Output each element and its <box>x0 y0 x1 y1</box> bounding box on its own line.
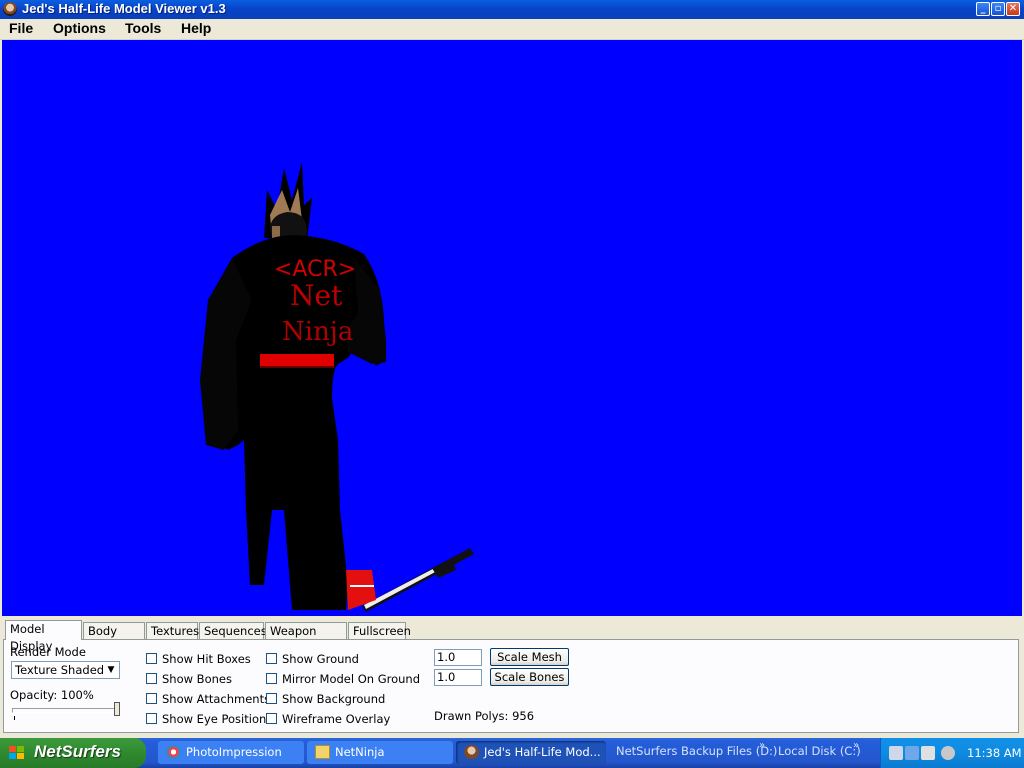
model-viewport[interactable]: <ACR> Net Ninja <box>2 40 1022 616</box>
minimize-button[interactable]: _ <box>976 2 990 16</box>
ninja-model: <ACR> Net Ninja <box>200 162 474 612</box>
window-title: Jed's Half-Life Model Viewer v1.3 <box>22 1 226 16</box>
model-text-net: Net <box>290 279 343 312</box>
clock[interactable]: 11:38 AM <box>967 746 1022 760</box>
slider-tick <box>14 716 15 720</box>
show-eye-position-label: Show Eye Position <box>162 712 267 726</box>
wireframe-overlay-label: Wireframe Overlay <box>282 712 391 726</box>
wireframe-overlay-checkbox[interactable] <box>266 713 277 724</box>
show-bones-checkbox[interactable] <box>146 673 157 684</box>
tab-textures[interactable]: Textures <box>146 622 199 639</box>
scale-mesh-input[interactable]: 1.0 <box>434 649 482 666</box>
opacity-slider-thumb[interactable] <box>114 702 120 716</box>
show-ground-checkbox[interactable] <box>266 653 277 664</box>
show-bones-label: Show Bones <box>162 672 232 686</box>
close-button[interactable]: ✕ <box>1006 2 1020 16</box>
app-icon <box>464 745 479 759</box>
chevron-right-icon[interactable]: » <box>853 740 859 751</box>
tab-weapon-origin[interactable]: Weapon Origin <box>265 622 347 655</box>
task-photoimpression[interactable]: PhotoImpression <box>158 741 304 764</box>
title-bar[interactable]: Jed's Half-Life Model Viewer v1.3 _ ▫ ✕ <box>0 0 1024 19</box>
opacity-slider-track[interactable] <box>12 708 120 713</box>
scale-bones-button[interactable]: Scale Bones <box>490 668 569 686</box>
app-icon[interactable] <box>3 2 17 16</box>
tab-fullscreen[interactable]: Fullscreen <box>348 622 411 639</box>
network-connections-icon[interactable] <box>905 746 919 760</box>
start-button[interactable]: NetSurfers <box>0 738 146 768</box>
display-icon[interactable] <box>921 746 935 760</box>
control-tabs: Model Display Body Parts Textures Sequen… <box>0 617 1024 736</box>
show-background-label: Show Background <box>282 692 386 706</box>
menu-bar: File Options Tools Help <box>0 19 1024 40</box>
system-tray: 11:38 AM <box>880 738 1024 768</box>
show-attachments-label: Show Attachments <box>162 692 271 706</box>
volume-icon[interactable] <box>941 746 955 760</box>
opacity-label: Opacity: 100% <box>10 688 94 702</box>
maximize-button[interactable]: ▫ <box>991 2 1005 16</box>
windows-flag-icon <box>9 746 25 760</box>
tab-sequences[interactable]: Sequences <box>199 622 267 639</box>
show-background-checkbox[interactable] <box>266 693 277 704</box>
start-label: NetSurfers <box>34 742 121 761</box>
photoimpression-icon <box>166 745 181 759</box>
tab-model-display[interactable]: Model Display <box>5 620 82 653</box>
mirror-model-label: Mirror Model On Ground <box>282 672 421 686</box>
task-model-viewer[interactable]: Jed's Half-Life Mod... <box>456 741 606 764</box>
mirror-model-checkbox[interactable] <box>266 673 277 684</box>
show-ground-label: Show Ground <box>282 652 359 666</box>
task-label: Jed's Half-Life Mod... <box>484 745 601 759</box>
scale-mesh-button[interactable]: Scale Mesh <box>490 648 569 666</box>
menu-file[interactable]: File <box>9 20 33 36</box>
task-label: PhotoImpression <box>186 745 282 759</box>
model-display-panel: Render Mode Texture Shaded ▼ Opacity: 10… <box>3 639 1019 733</box>
task-netninja[interactable]: NetNinja <box>307 741 453 764</box>
folder-icon <box>315 745 330 759</box>
render-mode-value: Texture Shaded <box>15 663 105 677</box>
scale-bones-input[interactable]: 1.0 <box>434 669 482 686</box>
render-mode-select[interactable]: Texture Shaded ▼ <box>11 661 120 679</box>
show-attachments-checkbox[interactable] <box>146 693 157 704</box>
show-hit-boxes-checkbox[interactable] <box>146 653 157 664</box>
quicklaunch-backup-files[interactable]: NetSurfers Backup Files (D:) <box>616 744 777 758</box>
menu-options[interactable]: Options <box>53 20 106 36</box>
task-label: NetNinja <box>335 745 385 759</box>
quicklaunch-local-disk[interactable]: Local Disk (C:) <box>778 744 861 758</box>
drawn-polys-label: Drawn Polys: 956 <box>434 709 535 723</box>
chevron-down-icon[interactable]: ▼ <box>104 663 118 677</box>
chevron-right-icon[interactable]: » <box>759 740 765 751</box>
show-hit-boxes-label: Show Hit Boxes <box>162 652 251 666</box>
menu-help[interactable]: Help <box>181 20 211 36</box>
network-icon[interactable] <box>889 746 903 760</box>
show-eye-position-checkbox[interactable] <box>146 713 157 724</box>
taskbar: NetSurfers PhotoImpression NetNinja Jed'… <box>0 738 1024 768</box>
menu-tools[interactable]: Tools <box>125 20 161 36</box>
model-text-ninja: Ninja <box>282 317 353 347</box>
tab-body-parts[interactable]: Body Parts <box>83 622 145 655</box>
